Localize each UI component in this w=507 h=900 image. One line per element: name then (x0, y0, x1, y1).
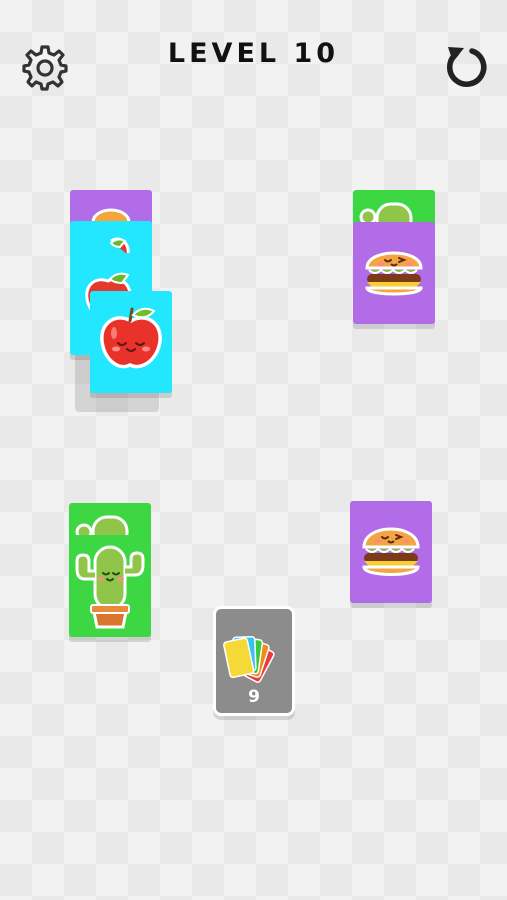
card-burger[interactable] (350, 501, 432, 603)
cactus-icon (75, 545, 145, 629)
restart-button[interactable] (438, 41, 490, 93)
card-cactus[interactable] (69, 535, 151, 637)
burger-icon (365, 251, 423, 296)
card-burger[interactable] (353, 222, 435, 324)
apple-icon (100, 307, 162, 369)
burger-icon (362, 527, 420, 576)
level-title: LEVEL 10 (167, 38, 340, 69)
restart-icon (447, 47, 487, 87)
deck-count: 9 (248, 687, 260, 707)
draw-deck[interactable]: 9 (213, 606, 295, 716)
card-apple[interactable] (90, 291, 172, 393)
cards-fan-icon (223, 635, 275, 683)
